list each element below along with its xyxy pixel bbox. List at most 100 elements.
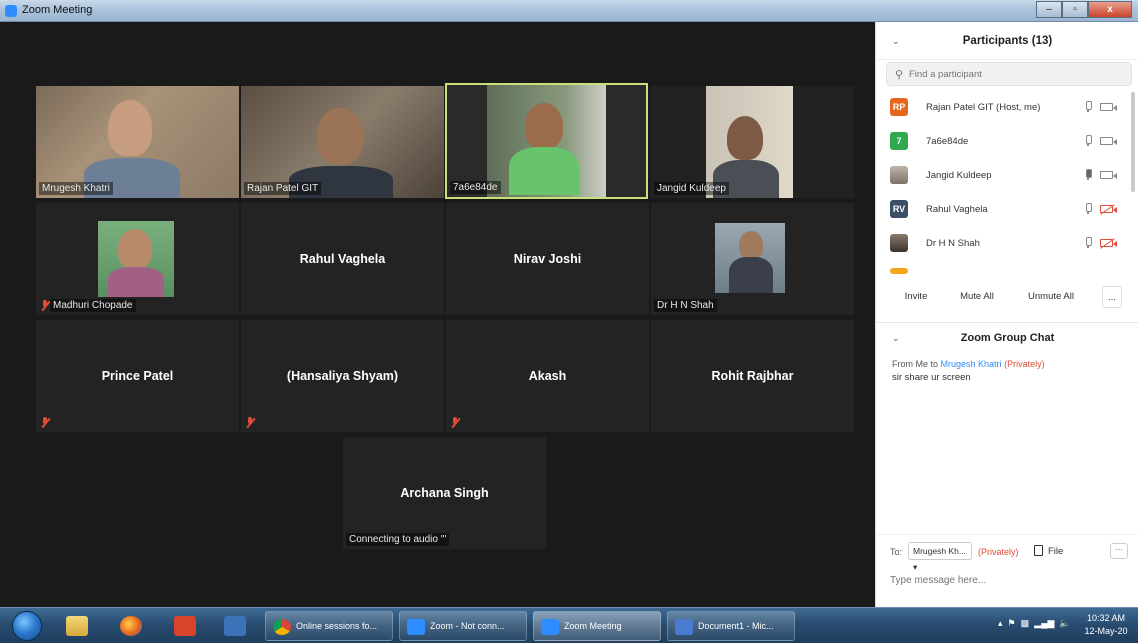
flag-icon[interactable]: ⚑ (1008, 618, 1016, 628)
video-off-icon (1100, 205, 1117, 213)
participant-name: Rajan Patel GIT (244, 182, 322, 195)
clock[interactable]: 10:32 AM 12-May-20 (1080, 612, 1132, 638)
chat-message-text: sir share ur screen (892, 372, 971, 383)
minimize-button[interactable]: – (1036, 1, 1062, 18)
profile-picture (715, 223, 785, 293)
video-off-icon (1100, 239, 1117, 247)
participant-row[interactable]: RV Rahul Vaghela (876, 192, 1128, 226)
close-button[interactable]: x (1088, 1, 1132, 18)
video-tile-archana[interactable]: Archana Singh Connecting to audio ''' (343, 437, 546, 549)
file-icon[interactable] (1034, 545, 1043, 556)
participant-row-partial[interactable] (876, 260, 1128, 274)
participant-row[interactable]: Jangid Kuldeep (876, 158, 1128, 192)
muted-mic-icon (40, 417, 50, 428)
video-tile-hansaliya[interactable]: (Hansaliya Shyam) (241, 320, 444, 432)
word-icon (675, 619, 693, 635)
window-controls: – ▫ x (1036, 1, 1132, 19)
chat-from-label: From Me to (892, 359, 939, 369)
window-titlebar: Zoom Meeting – ▫ x (0, 0, 1138, 22)
unmute-all-button[interactable]: Unmute All (1022, 286, 1080, 308)
muted-mic-icon (450, 417, 460, 428)
participant-name: Akash (528, 369, 567, 383)
avatar (890, 166, 908, 184)
participant-name: Nirav Joshi (513, 252, 582, 266)
mic-icon (1084, 135, 1092, 146)
mic-active-icon (1084, 169, 1092, 180)
signal-icon[interactable]: ▂▄▆ (1034, 618, 1054, 628)
search-input[interactable] (909, 69, 1119, 80)
chat-title: Zoom Group Chat (960, 332, 1055, 344)
network-icon[interactable]: ▩ (1021, 618, 1030, 628)
audio-connecting-status: Connecting to audio ''' (346, 533, 450, 546)
participant-name: Rahul Vaghela (926, 204, 988, 215)
video-tile-akash[interactable]: Akash (446, 320, 649, 432)
participant-name: Rahul Vaghela (299, 252, 386, 266)
avatar: RP (890, 98, 908, 116)
start-button[interactable] (12, 611, 42, 641)
firefox-icon[interactable] (120, 616, 142, 636)
search-icon: ⚲ (895, 69, 904, 81)
video-tile-madhuri[interactable]: Madhuri Chopade (36, 203, 239, 315)
video-tile-rahul[interactable]: Rahul Vaghela (241, 203, 444, 315)
chat-more-button[interactable]: ··· (1110, 543, 1128, 559)
invite-button[interactable]: Invite (900, 286, 932, 308)
avatar: RV (890, 200, 908, 218)
profile-picture (98, 221, 174, 297)
to-label: To: (890, 547, 903, 557)
taskbar-item-chrome[interactable]: Online sessions fo... (265, 611, 393, 641)
recipient-value: Mrugesh Kh... (913, 546, 966, 556)
muted-mic-icon (40, 300, 50, 311)
video-camera-icon (1100, 171, 1117, 179)
participant-list-scrollbar[interactable] (1131, 92, 1135, 192)
media-player-icon[interactable] (224, 616, 246, 636)
video-camera-icon (1100, 137, 1117, 145)
taskbar-item-label: Document1 - Mic... (698, 621, 774, 631)
taskbar-item-label: Zoom Meeting (564, 621, 622, 631)
private-label: (Privately) (978, 547, 1019, 557)
participant-name: Madhuri Chopade (50, 299, 136, 312)
zoom-icon (541, 619, 559, 635)
participant-name: Mrugesh Khatri (39, 182, 113, 195)
chat-message-input[interactable] (890, 571, 1125, 589)
video-tile-shah[interactable]: Dr H N Shah (651, 203, 854, 315)
participant-row[interactable]: RP Rajan Patel GIT (Host, me) (876, 90, 1128, 124)
chat-recipient-link[interactable]: Mrugesh Khatri (941, 359, 1002, 369)
chat-message-header: From Me to Mrugesh Khatri (Privately) (892, 359, 1045, 369)
video-tile-jangid[interactable]: Jangid Kuldeep (651, 86, 854, 198)
participant-actions: Invite Mute All Unmute All ... (876, 286, 1138, 308)
video-tile-nirav[interactable]: Nirav Joshi (446, 203, 649, 315)
taskbar-item-label: Online sessions fo... (296, 621, 378, 631)
taskbar-item-word[interactable]: Document1 - Mic... (667, 611, 795, 641)
video-tile-7a6e84de-active-speaker[interactable]: 7a6e84de (445, 83, 648, 199)
participant-row[interactable]: 7 7a6e84de (876, 124, 1128, 158)
participant-name: Jangid Kuldeep (654, 182, 729, 195)
maximize-button[interactable]: ▫ (1062, 1, 1088, 18)
recipient-dropdown[interactable]: Mrugesh Kh... ▾ (908, 542, 972, 572)
participant-name: Dr H N Shah (926, 238, 980, 249)
video-tile-mrugesh[interactable]: Mrugesh Khatri (36, 86, 239, 198)
chevron-up-icon[interactable]: ▴ (998, 618, 1003, 628)
video-tile-rohit[interactable]: Rohit Rajbhar (651, 320, 854, 432)
video-tile-rajan[interactable]: Rajan Patel GIT (241, 86, 444, 198)
mute-all-button[interactable]: Mute All (954, 286, 1000, 308)
participants-header: ⌄ Participants (13) (876, 22, 1138, 60)
participant-search[interactable]: ⚲ (886, 62, 1132, 86)
app-icon[interactable] (174, 616, 196, 636)
volume-icon[interactable]: 🔈 (1059, 618, 1070, 628)
participant-name: Rohit Rajbhar (711, 369, 794, 383)
video-tile-prince[interactable]: Prince Patel (36, 320, 239, 432)
file-button[interactable]: File (1048, 546, 1063, 557)
more-options-button[interactable]: ... (1102, 286, 1122, 308)
window-title: Zoom Meeting (22, 4, 93, 16)
muted-mic-icon (245, 417, 255, 428)
participants-title: Participants (13) (962, 35, 1053, 47)
chrome-icon (273, 619, 291, 635)
participant-row[interactable]: Dr H N Shah (876, 226, 1128, 260)
clock-time: 10:32 AM (1086, 613, 1126, 623)
taskbar-item-zoom-meeting[interactable]: Zoom Meeting (533, 611, 661, 641)
mic-icon (1084, 203, 1092, 214)
taskbar-item-zoom[interactable]: Zoom - Not conn... (399, 611, 527, 641)
participant-name: Dr H N Shah (654, 299, 717, 312)
zoom-app-icon (5, 5, 17, 17)
file-explorer-icon[interactable] (66, 616, 88, 636)
